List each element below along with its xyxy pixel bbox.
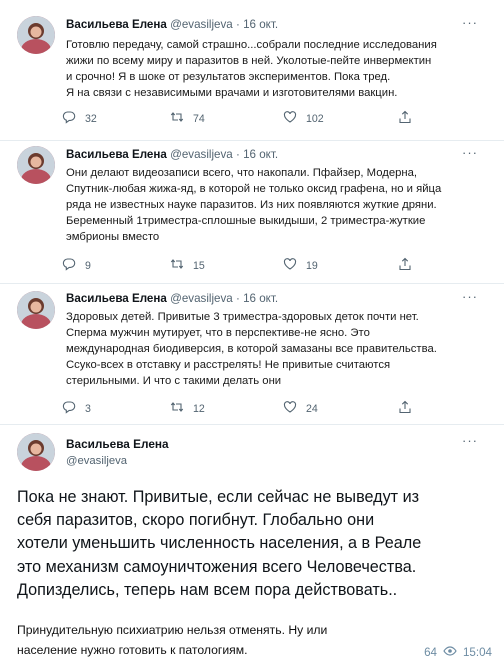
message-caption: Принудительную психиатрию нельзя отменят… (17, 620, 417, 660)
retweet-icon (170, 400, 184, 417)
tweet-line: Беременный 1триместра-сплошные выкидыши,… (66, 215, 426, 228)
tweet-line: Они делают видеозаписи всего, что накопа… (66, 167, 418, 179)
main-tweet-text: Пока не знают. Привитые, если сейчас не … (17, 486, 493, 602)
tweet-actions: 3 12 24 (62, 400, 422, 416)
avatar[interactable] (17, 291, 55, 329)
share-icon (398, 400, 412, 417)
reply-count: 32 (85, 112, 97, 125)
tweet-date[interactable]: 16 окт. (243, 148, 278, 161)
tweet-text: Они делают видеозаписи всего, что накопа… (66, 165, 486, 245)
avatar[interactable] (17, 433, 55, 471)
like-button[interactable]: 19 (283, 257, 318, 274)
tweet-2[interactable]: Васильева Елена @evasiljeva · 16 окт. ··… (0, 141, 504, 284)
tweet-line: Здоровых детей. Привитые 3 триместра-здо… (66, 311, 419, 323)
avatar[interactable] (17, 146, 55, 184)
reply-icon (62, 400, 76, 417)
tweet-line: Спутник-любая жижа-яд, в которой не толь… (66, 183, 442, 196)
like-button[interactable]: 102 (283, 110, 324, 127)
share-button[interactable] (398, 110, 412, 127)
retweet-count: 74 (193, 112, 205, 125)
author-handle[interactable]: @evasiljeva (170, 18, 233, 31)
tweet-text: Готовлю передачу, самой страшно...собрал… (66, 37, 486, 101)
share-icon (398, 257, 412, 274)
like-button[interactable]: 24 (283, 400, 318, 417)
tweet-line: себя паразитов, скоро погибнут. Глобальн… (17, 511, 375, 530)
reply-count: 9 (85, 259, 91, 272)
more-options-button[interactable]: ··· (462, 433, 478, 448)
tweet-line: это механизм самоуничтожения всего Челов… (17, 557, 417, 576)
share-button[interactable] (398, 400, 412, 417)
avatar[interactable] (17, 16, 55, 54)
tweet-line: хотели уменьшить численность населения, … (17, 534, 422, 553)
like-icon (283, 257, 297, 274)
author-name[interactable]: Васильева Елена (66, 437, 169, 451)
reply-icon (62, 257, 76, 274)
like-count: 102 (306, 112, 324, 125)
author-name[interactable]: Васильева Елена (66, 18, 167, 31)
view-count: 64 (424, 646, 437, 659)
author-handle[interactable]: @evasiljeva (66, 455, 127, 467)
reply-count: 3 (85, 402, 91, 415)
author-handle[interactable]: @evasiljeva (170, 148, 233, 161)
tweet-line: стерильными. И что с такими делать они (66, 375, 282, 388)
share-icon (398, 110, 412, 127)
tweet-line: Я на связи с независимыми врачами и изго… (66, 87, 398, 100)
message-meta: 64 15:04 (424, 646, 492, 659)
tweet-line: и срочно! Я в шоке от результатов экспер… (66, 71, 391, 84)
separator-dot: · (235, 148, 240, 161)
tweet-header: Васильева Елена @evasiljeva · 16 окт. (66, 291, 278, 307)
retweet-icon (170, 257, 184, 274)
tweet-date[interactable]: 16 окт. (243, 292, 278, 305)
separator-dot: · (235, 18, 240, 31)
reply-button[interactable]: 3 (62, 400, 91, 417)
reply-button[interactable]: 9 (62, 257, 91, 274)
author-handle[interactable]: @evasiljeva (170, 292, 233, 305)
share-button[interactable] (398, 257, 412, 274)
tweet-line: Готовлю передачу, самой страшно...собрал… (66, 39, 437, 51)
tweet-line: международная биодиверсия, в которой зам… (66, 343, 437, 356)
tweet-line: ряда не известных науке паразитов. Из ни… (66, 199, 437, 212)
caption-line: Принудительную психиатрию нельзя отменят… (17, 623, 328, 637)
tweet-date[interactable]: 16 окт. (243, 18, 278, 31)
retweet-button[interactable]: 74 (170, 110, 205, 127)
like-icon (283, 400, 297, 417)
more-options-button[interactable]: ··· (462, 15, 478, 30)
more-options-button[interactable]: ··· (462, 145, 478, 160)
retweet-count: 12 (193, 402, 205, 415)
more-options-button[interactable]: ··· (462, 289, 478, 304)
retweet-icon (170, 110, 184, 127)
tweet-line: Допизделись, теперь нам всем пора действ… (17, 580, 398, 599)
tweet-header: Васильева Елена @evasiljeva · 16 окт. (66, 17, 278, 33)
retweet-count: 15 (193, 259, 205, 272)
like-icon (283, 110, 297, 127)
reply-button[interactable]: 32 (62, 110, 97, 127)
tweet-actions: 9 15 19 (62, 257, 422, 273)
tweet-line: Сперма мужчин мутирует, что в перспектив… (66, 327, 370, 340)
tweet-actions: 32 74 102 (62, 110, 422, 126)
caption-line: население нужно готовить к патологиям. (17, 643, 248, 657)
reply-icon (62, 110, 76, 127)
like-count: 24 (306, 402, 318, 415)
retweet-button[interactable]: 12 (170, 400, 205, 417)
tweet-line: Пока не знают. Привитые, если сейчас не … (17, 488, 420, 506)
tweet-line: эмбрионы вместо (66, 231, 160, 244)
separator-dot: · (235, 292, 240, 305)
retweet-button[interactable]: 15 (170, 257, 205, 274)
author-name[interactable]: Васильева Елена (66, 292, 167, 305)
author-name[interactable]: Васильева Елена (66, 148, 167, 161)
tweet-line: Ссуко-всех в отставку и расстрелять! Не … (66, 359, 391, 372)
message-time: 15:04 (462, 646, 492, 659)
like-count: 19 (306, 259, 318, 272)
tweet-text: Здоровых детей. Привитые 3 триместра-здо… (66, 309, 486, 389)
message-bubble: Васильева Елена @evasiljeva · 16 окт. ··… (0, 0, 504, 666)
eye-icon (443, 646, 457, 659)
tweet-line: жижи по всему миру и паразитов в ней. Ук… (66, 55, 432, 68)
tweet-1[interactable]: Васильева Елена @evasiljeva · 16 окт. ··… (0, 0, 504, 141)
tweet-header: Васильева Елена @evasiljeva · 16 окт. (66, 147, 278, 163)
tweet-3[interactable]: Васильева Елена @evasiljeva · 16 окт. ··… (0, 284, 504, 425)
